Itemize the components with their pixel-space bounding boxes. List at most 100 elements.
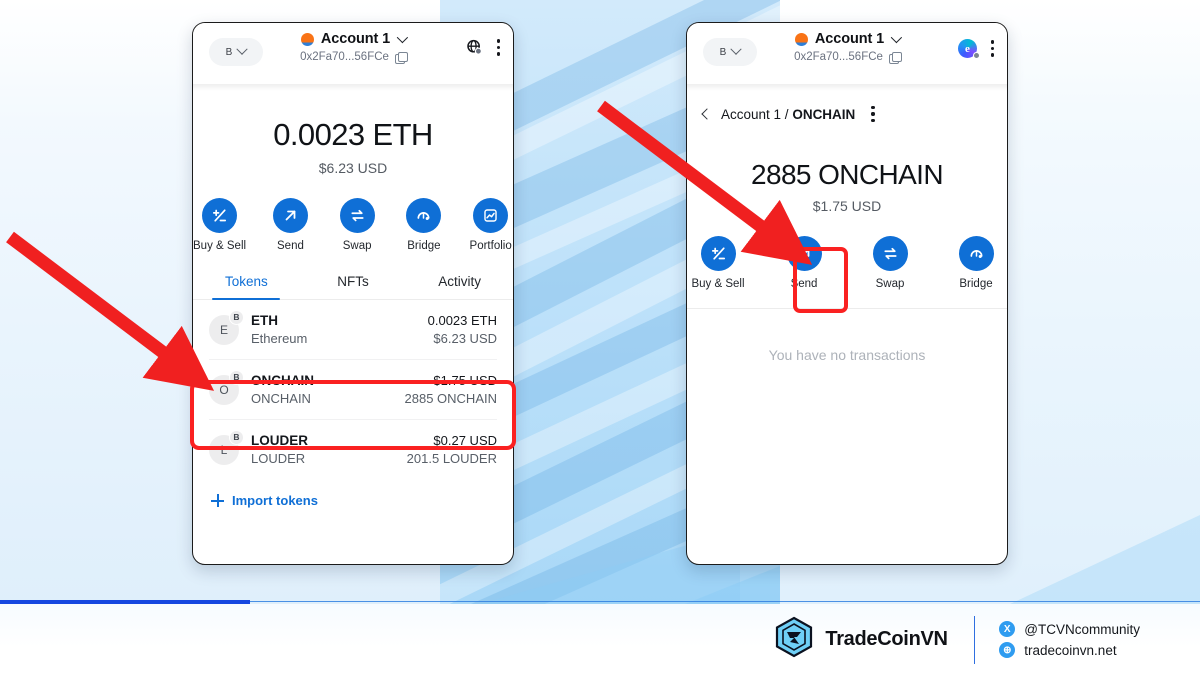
tab-tokens[interactable]: Tokens [193,274,300,301]
action-bridge[interactable]: Bridge [402,198,447,252]
kebab-menu-icon[interactable] [871,105,875,123]
action-buy-sell[interactable]: Buy & Sell [193,198,246,252]
breadcrumb: Account 1 / ONCHAIN [687,91,1007,137]
copy-icon[interactable] [888,51,902,64]
social-handle: @TCVNcommunity [1024,621,1140,637]
extension-glyph: e [965,42,970,55]
brand-name: TradeCoinVN [825,628,948,650]
bridge-arc-icon [406,198,442,233]
token-avatar-letter: E [219,322,228,337]
action-swap[interactable]: Swap [862,236,918,290]
balance-section-right: 2885 ONCHAIN $1.75 USD [687,137,1007,214]
network-selector-right[interactable]: B [703,38,757,66]
screenshot-canvas: B Account 1 0x2Fa70...56FCe 0.0023 ETH $… [0,0,1200,675]
action-swap[interactable]: Swap [335,198,380,252]
token-value-secondary: 201.5 LOUDER [406,451,497,466]
footer: TradeCoinVN X @TCVNcommunity ⊕ tradecoin… [0,604,1200,675]
kebab-menu-icon[interactable] [497,39,501,56]
social-links: X @TCVNcommunity ⊕ tradecoinvn.net [999,621,1140,658]
token-name: Ethereum [251,331,308,346]
network-label: B [719,46,727,58]
plus-minus-icon [202,198,238,233]
action-label: Swap [342,240,372,252]
wallet-panel-overview: B Account 1 0x2Fa70...56FCe 0.0023 ETH $… [192,22,514,565]
plus-minus-icon [700,236,736,271]
action-label: Portfolio [469,240,512,252]
x-twitter-icon: X [999,621,1016,637]
swap-arrows-icon [339,198,375,233]
token-info: ETH Ethereum [251,313,416,346]
account-block-right: Account 1 0x2Fa70...56FCe [752,31,942,64]
status-dot [973,52,980,59]
chevron-down-icon [396,31,409,44]
token-row-eth[interactable]: E B ETH Ethereum 0.0023 ETH $6.23 USD [193,300,513,359]
account-address-row-left[interactable]: 0x2Fa70...56FCe [258,51,448,64]
wallet-header-left: B Account 1 0x2Fa70...56FCe [193,23,513,85]
highlight-box-onchain-token [190,380,516,450]
globe-icon: ⊕ [999,642,1016,658]
empty-state-message: You have no transactions [768,347,926,363]
token-values: 0.0023 ETH $6.23 USD [428,313,497,346]
action-label: Swap [875,278,905,290]
network-selector-left[interactable]: B [209,38,263,66]
account-block-left: Account 1 0x2Fa70...56FCe [258,31,448,64]
chevron-down-icon [890,31,903,44]
highlight-box-send-button [793,247,848,313]
account-address-row-right[interactable]: 0x2Fa70...56FCe [752,51,942,64]
balance-primary: 0.0023 ETH [273,117,433,152]
brand-block: TradeCoinVN [774,616,948,663]
kebab-menu-icon[interactable] [991,40,995,57]
action-portfolio[interactable]: Portfolio [468,198,513,252]
action-buy-sell[interactable]: Buy & Sell [690,236,746,290]
website-url: tradecoinvn.net [1024,642,1117,658]
import-tokens-label: Import tokens [232,493,318,508]
token-value-secondary: $6.23 USD [433,331,497,346]
breadcrumb-parent[interactable]: Account 1 / [721,107,789,122]
action-send[interactable]: Send [268,198,313,252]
social-x[interactable]: X @TCVNcommunity [999,621,1140,637]
social-website[interactable]: ⊕ tradecoinvn.net [999,642,1140,658]
token-value-primary: 0.0023 ETH [427,313,497,328]
account-avatar [300,32,314,46]
token-symbol: ETH [251,313,278,328]
action-bridge[interactable]: Bridge [948,236,1004,290]
chevron-down-icon [730,43,742,55]
tab-activity[interactable]: Activity [406,274,513,299]
swap-arrows-icon [872,236,908,271]
network-label: B [225,46,233,58]
wallet-header-right: B Account 1 0x2Fa70...56FCe e [687,23,1007,85]
balance-secondary: $6.23 USD [318,160,388,176]
chevron-left-icon[interactable] [701,108,713,120]
plus-icon [211,494,224,507]
balance-secondary: $1.75 USD [812,198,882,214]
tradecoinvn-hexagon-logo [774,616,814,663]
token-avatar: E B [209,309,244,345]
network-badge: B [229,309,244,325]
action-label: Buy & Sell [193,240,247,252]
account-name: Account 1 [320,31,391,47]
header-actions-left [466,39,501,56]
balance-section-left: 0.0023 ETH $6.23 USD [193,91,513,176]
footer-divider [973,615,976,664]
action-buttons-left: Buy & Sell Send Swap Bridge Portfolio [193,198,513,252]
arrow-up-right-icon [272,198,308,233]
account-name: Account 1 [814,31,885,47]
import-tokens-button[interactable]: Import tokens [193,479,513,508]
action-label: Buy & Sell [691,278,745,290]
account-selector-right[interactable]: Account 1 [752,31,942,47]
header-actions-right: e [958,39,995,59]
account-address: 0x2Fa70...56FCe [300,51,389,63]
chevron-down-icon [236,43,248,55]
chart-line-icon [473,198,509,233]
wallet-tabs: Tokens NFTs Activity [193,274,513,301]
copy-icon[interactable] [394,51,408,64]
action-label: Send [277,240,304,252]
token-name: LOUDER [251,451,306,466]
account-address: 0x2Fa70...56FCe [794,51,883,63]
account-selector-left[interactable]: Account 1 [258,31,448,47]
account-avatar [794,32,808,46]
tab-nfts[interactable]: NFTs [300,274,407,299]
breadcrumb-current: ONCHAIN [792,106,856,122]
wallet-extension-icon[interactable]: e [958,39,980,59]
globe-network-icon[interactable] [466,39,483,56]
